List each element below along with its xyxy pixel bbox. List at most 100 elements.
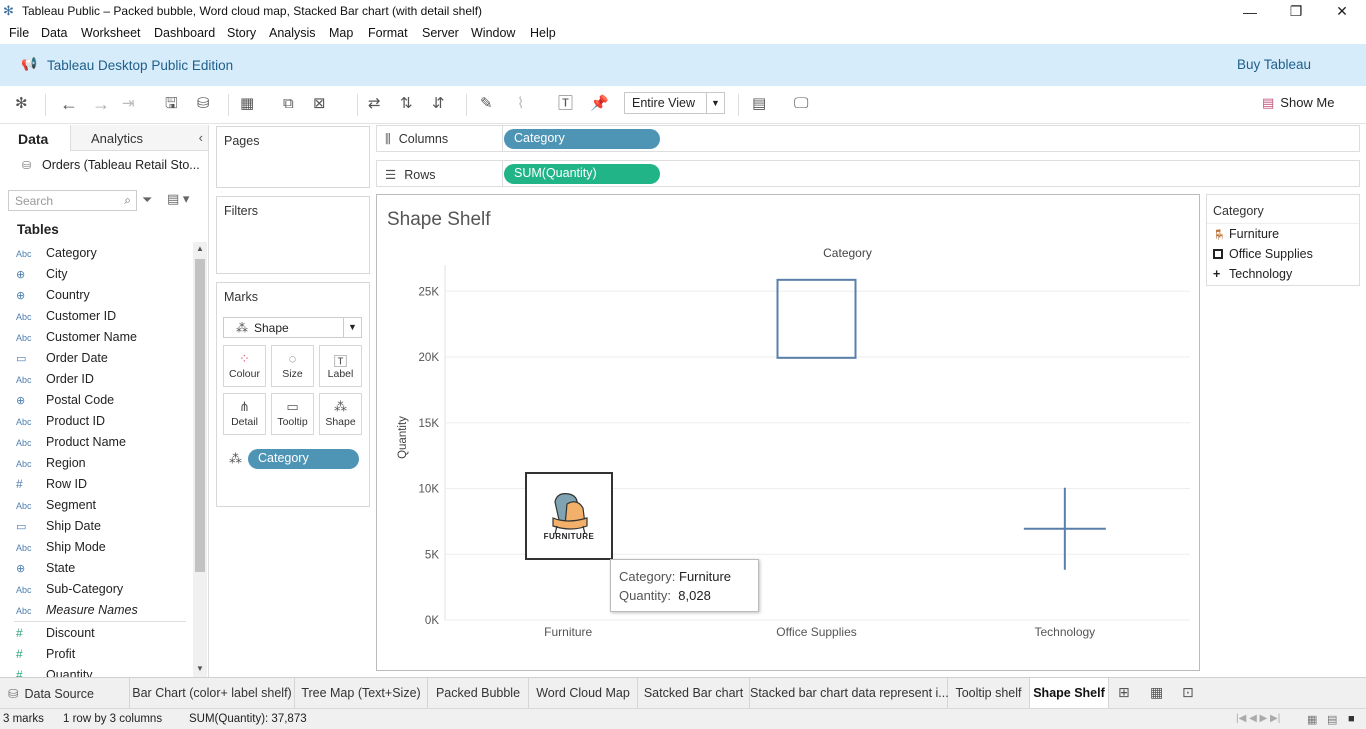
- field-item[interactable]: ▭ Order Date: [16, 351, 108, 372]
- new-datasource-icon[interactable]: ⛁: [197, 94, 210, 114]
- legend-item-technology[interactable]: + Technology: [1213, 267, 1292, 281]
- show-cards-icon[interactable]: ▤: [752, 94, 766, 114]
- show-me-button[interactable]: ▤ Show Me: [1262, 95, 1335, 111]
- shape-button[interactable]: ⁂ Shape: [319, 393, 362, 435]
- presentation-mode-icon[interactable]: 🖵: [794, 94, 808, 114]
- tableau-home-icon[interactable]: ✻: [15, 94, 28, 114]
- measure-item[interactable]: # Quantity: [16, 668, 93, 677]
- furniture-image-mark[interactable]: FURNITURE: [525, 472, 613, 560]
- new-dashboard-icon[interactable]: ▦: [1150, 684, 1163, 701]
- tooltip-button[interactable]: ▭ Tooltip: [271, 393, 314, 435]
- shape-legend[interactable]: Category 🪑 Furniture Office Supplies + Tec…: [1206, 194, 1360, 286]
- search-field[interactable]: Search ⌕: [8, 190, 137, 211]
- measure-item[interactable]: # Profit: [16, 647, 75, 668]
- field-item[interactable]: Abc Category: [16, 246, 97, 267]
- field-item[interactable]: Abc Customer ID: [16, 309, 116, 330]
- menu-server[interactable]: Server: [422, 26, 459, 40]
- field-item[interactable]: ⊕ Postal Code: [16, 393, 114, 414]
- show-mark-labels-icon[interactable]: 🅃: [558, 94, 573, 114]
- menu-dashboard[interactable]: Dashboard: [154, 26, 215, 40]
- tab-data[interactable]: Data: [0, 125, 70, 151]
- tabs-view-icon[interactable]: ■: [1348, 713, 1355, 725]
- detail-button[interactable]: ⋔ Detail: [223, 393, 266, 435]
- menu-window[interactable]: Window: [471, 26, 515, 40]
- fix-axes-icon[interactable]: 📌: [590, 94, 609, 114]
- collapse-icon[interactable]: ‹: [199, 130, 203, 145]
- view-options-icon[interactable]: ▤ ▾: [167, 191, 189, 207]
- field-item[interactable]: ⊕ State: [16, 561, 75, 582]
- tab-word-cloud-map[interactable]: Word Cloud Map: [529, 678, 638, 708]
- maximize-button[interactable]: ❐: [1273, 0, 1319, 23]
- field-item[interactable]: Abc Region: [16, 456, 86, 477]
- tab-stacked-bar-detail[interactable]: Stacked bar chart data represent i...: [750, 678, 949, 708]
- measure-item[interactable]: # Discount: [16, 626, 95, 647]
- columns-shelf[interactable]: ⫼ Columns Category: [376, 125, 1360, 152]
- field-item[interactable]: ⊕ City: [16, 267, 68, 288]
- legend-item-furniture[interactable]: 🪑 Furniture: [1213, 227, 1279, 241]
- category-shape-pill[interactable]: Category: [248, 449, 359, 469]
- close-button[interactable]: ✕: [1319, 0, 1365, 23]
- field-item[interactable]: Abc Customer Name: [16, 330, 137, 351]
- sheet-sorter-icon[interactable]: ▦: [1307, 713, 1317, 726]
- sort-ascending-icon[interactable]: ⇅: [400, 94, 413, 114]
- field-item[interactable]: Abc Segment: [16, 498, 96, 519]
- filter-icon[interactable]: ⏷: [142, 192, 152, 208]
- tab-data-source[interactable]: ⛁ Data Source: [0, 678, 130, 708]
- field-item[interactable]: Abc Order ID: [16, 372, 94, 393]
- menu-analysis[interactable]: Analysis: [269, 26, 316, 40]
- fit-dropdown[interactable]: Entire View ▼: [624, 92, 725, 114]
- field-list-scrollbar[interactable]: ▲ ▼: [193, 242, 207, 677]
- menu-help[interactable]: Help: [530, 26, 556, 40]
- menu-story[interactable]: Story: [227, 26, 256, 40]
- highlight-icon[interactable]: ✎: [480, 94, 493, 114]
- datasource-name[interactable]: Orders (Tableau Retail Sto...: [42, 158, 200, 172]
- mark-type-dropdown[interactable]: ⁂ Shape ▼: [223, 317, 362, 338]
- legend-item-office-supplies[interactable]: Office Supplies: [1213, 247, 1313, 261]
- menu-map[interactable]: Map: [329, 26, 353, 40]
- rows-shelf[interactable]: ☰ Rows SUM(Quantity): [376, 160, 1360, 187]
- filmstrip-icon[interactable]: ▤: [1327, 713, 1337, 726]
- size-button[interactable]: ◌ Size: [271, 345, 314, 387]
- save-icon[interactable]: 🖫: [165, 94, 178, 114]
- duplicate-sheet-icon[interactable]: ⧉: [283, 94, 294, 114]
- tab-tree-map[interactable]: Tree Map (Text+Size): [295, 678, 428, 708]
- menu-worksheet[interactable]: Worksheet: [81, 26, 141, 40]
- tab-analytics[interactable]: Analytics ‹: [70, 125, 208, 151]
- tab-bar-chart[interactable]: Bar Chart (color+ label shelf): [130, 678, 295, 708]
- scrollbar-thumb[interactable]: [195, 259, 205, 572]
- filters-card[interactable]: Filters: [216, 196, 370, 274]
- field-item[interactable]: Abc Product ID: [16, 414, 105, 435]
- field-item[interactable]: ⊕ Country: [16, 288, 90, 309]
- clear-sheet-icon[interactable]: ⊠: [313, 94, 326, 114]
- tab-stacked-bar-chart[interactable]: Satcked Bar chart: [638, 678, 750, 708]
- buy-tableau-link[interactable]: Buy Tableau: [1237, 57, 1311, 72]
- chevron-down-icon[interactable]: ▼: [706, 93, 724, 113]
- field-item[interactable]: # Row ID: [16, 477, 87, 498]
- pages-card[interactable]: Pages: [216, 126, 370, 188]
- minimize-button[interactable]: —: [1227, 0, 1273, 23]
- swap-rows-columns-icon[interactable]: ⇄: [368, 94, 381, 114]
- field-item[interactable]: Abc Ship Mode: [16, 540, 106, 561]
- new-worksheet-icon[interactable]: ▦: [240, 94, 254, 114]
- replay-icon[interactable]: ⇥: [122, 94, 135, 114]
- field-item[interactable]: Abc Measure Names: [16, 603, 138, 624]
- sheet-navigation-icon[interactable]: |◀ ◀ ▶ ▶|: [1236, 713, 1280, 724]
- menu-file[interactable]: File: [9, 26, 29, 40]
- menu-format[interactable]: Format: [368, 26, 408, 40]
- new-story-icon[interactable]: ⊡: [1182, 684, 1194, 701]
- sort-descending-icon[interactable]: ⇵: [432, 94, 445, 114]
- field-item[interactable]: Abc Product Name: [16, 435, 126, 456]
- field-item[interactable]: ▭ Ship Date: [16, 519, 101, 540]
- tab-packed-bubble[interactable]: Packed Bubble: [428, 678, 529, 708]
- redo-icon[interactable]: →: [92, 94, 110, 114]
- colour-button[interactable]: ⁘ Colour: [223, 345, 266, 387]
- category-column-pill[interactable]: Category: [504, 129, 660, 149]
- new-worksheet-icon[interactable]: ⊞: [1118, 684, 1130, 701]
- tab-shape-shelf[interactable]: Shape Shelf: [1030, 678, 1109, 708]
- tab-tooltip-shelf[interactable]: Tooltip shelf: [948, 678, 1030, 708]
- label-button[interactable]: 🅃 Label: [319, 345, 362, 387]
- field-item[interactable]: Abc Sub-Category: [16, 582, 123, 603]
- undo-icon[interactable]: ←: [60, 94, 78, 114]
- quantity-row-pill[interactable]: SUM(Quantity): [504, 164, 660, 184]
- group-members-icon[interactable]: ⌇: [517, 94, 524, 114]
